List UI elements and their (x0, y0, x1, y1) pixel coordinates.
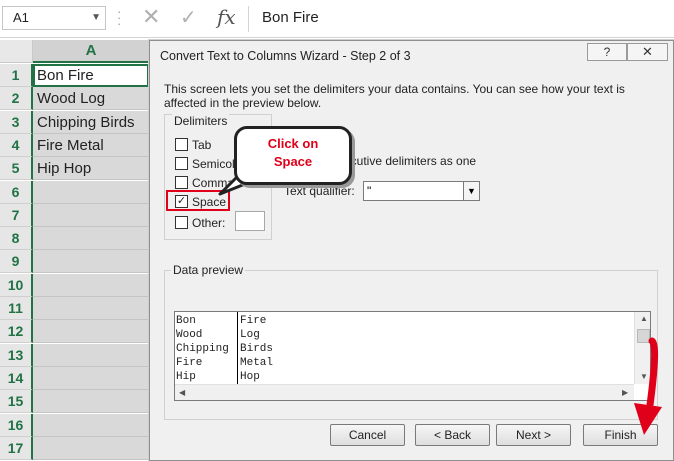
cell[interactable] (33, 436, 149, 460)
row-header[interactable]: 16 (0, 413, 33, 437)
cell[interactable] (33, 297, 149, 320)
name-box-value: A1 (13, 10, 29, 25)
preview-cell: Log (240, 329, 260, 341)
row-header[interactable]: 7 (0, 203, 33, 227)
column-header-a[interactable]: A (33, 40, 149, 63)
cell[interactable] (33, 413, 149, 437)
row-header[interactable]: 14 (0, 366, 33, 390)
x-icon[interactable]: ✕ (142, 4, 160, 30)
callout-text: Click on Space (237, 135, 349, 171)
cell[interactable] (33, 203, 149, 227)
row-header[interactable]: 1 (0, 64, 33, 87)
cancel-button[interactable]: Cancel (330, 424, 405, 446)
preview-cell: Hip (176, 371, 196, 383)
column-break-line[interactable] (237, 312, 238, 384)
row-header[interactable]: 17 (0, 436, 33, 460)
cell[interactable] (33, 390, 149, 414)
formula-input[interactable]: Bon Fire (262, 9, 319, 26)
close-button[interactable]: ✕ (627, 43, 668, 61)
horizontal-scrollbar[interactable]: ◀ ▶ (175, 384, 634, 400)
preview-cell: Fire (240, 315, 267, 327)
other-label: Other: (192, 216, 226, 230)
cell[interactable] (33, 250, 149, 274)
next-button[interactable]: Next > (496, 424, 571, 446)
dialog-description: This screen lets you set the delimiters … (164, 82, 625, 110)
cell[interactable] (33, 180, 149, 204)
cell[interactable] (33, 227, 149, 251)
preview-cell: Wood (176, 329, 203, 341)
cell[interactable] (33, 320, 149, 344)
row-header[interactable]: 6 (0, 180, 33, 204)
callout-line-1: Click on (267, 136, 319, 151)
other-delimiter-input[interactable] (235, 211, 265, 231)
cell[interactable] (33, 366, 149, 390)
consecutive-delimiters-label: ecutive delimiters as one (344, 154, 477, 168)
dialog-title: Convert Text to Columns Wizard - Step 2 … (160, 49, 411, 63)
red-arrow-icon (634, 337, 662, 435)
preview-cell: Hop (240, 371, 260, 383)
chevron-down-icon[interactable]: ▼ (91, 7, 101, 29)
row-header[interactable]: 13 (0, 343, 33, 367)
row-header[interactable]: 12 (0, 320, 33, 344)
data-preview-group: Data preview Bon Fire Wood Log Chipping Birds… (164, 263, 658, 420)
cell[interactable]: Chipping Birds (33, 110, 149, 134)
preview-cell: Chipping (176, 343, 229, 355)
data-preview-box: Bon Fire Wood Log Chipping Birds Fire Metal Hip H… (174, 311, 651, 401)
chevron-down-icon[interactable]: ▼ (463, 182, 479, 200)
row-header[interactable]: 8 (0, 227, 33, 251)
back-button[interactable]: < Back (415, 424, 490, 446)
cell[interactable]: Wood Log (33, 87, 149, 111)
preview-cell: Birds (240, 343, 274, 355)
fx-icon[interactable]: fx (217, 5, 236, 29)
text-qualifier-value: " (367, 184, 372, 198)
formula-bar: A1 ▼ · · · ✕ ✓ fx Bon Fire (0, 0, 674, 38)
grip-dots-icon: · · · (117, 4, 121, 31)
tab-label: Tab (192, 138, 212, 152)
row-header[interactable]: 5 (0, 157, 33, 181)
name-box[interactable]: A1 ▼ (2, 6, 106, 30)
active-cell[interactable]: Bon Fire (33, 64, 149, 87)
callout-line-2: Space (273, 154, 313, 169)
row-header[interactable]: 3 (0, 110, 33, 134)
cell[interactable] (33, 343, 149, 367)
row-header[interactable]: 4 (0, 133, 33, 157)
cell[interactable]: Fire Metal (33, 133, 149, 157)
cell[interactable] (33, 273, 149, 297)
select-all-corner[interactable] (0, 40, 33, 63)
other-checkbox[interactable] (175, 216, 188, 229)
data-preview-legend: Data preview (171, 263, 246, 277)
row-header[interactable]: 11 (0, 297, 33, 320)
semicolon-checkbox[interactable] (175, 157, 188, 170)
preview-cell: Fire (176, 357, 203, 369)
preview-cell: Bon (176, 315, 196, 327)
help-button[interactable]: ? (587, 43, 627, 61)
row-header[interactable]: 10 (0, 273, 33, 297)
text-qualifier-label: Text qualifier: (284, 184, 355, 198)
text-to-columns-dialog: Convert Text to Columns Wizard - Step 2 … (149, 40, 674, 461)
divider (248, 6, 249, 32)
row-header[interactable]: 15 (0, 390, 33, 414)
preview-cell: Metal (240, 357, 274, 369)
row-header[interactable]: 2 (0, 87, 33, 111)
row-header[interactable]: 9 (0, 250, 33, 274)
callout-bubble: Click on Space (234, 126, 352, 185)
check-icon[interactable]: ✓ (180, 5, 197, 30)
tab-checkbox[interactable] (175, 138, 188, 151)
cell[interactable]: Hip Hop (33, 157, 149, 181)
scroll-left-icon[interactable]: ◀ (179, 388, 185, 397)
scroll-up-icon[interactable]: ▲ (640, 314, 648, 323)
text-qualifier-select[interactable]: " ▼ (363, 181, 480, 201)
delimiters-legend: Delimiters (172, 114, 230, 128)
comma-checkbox[interactable] (175, 176, 188, 189)
